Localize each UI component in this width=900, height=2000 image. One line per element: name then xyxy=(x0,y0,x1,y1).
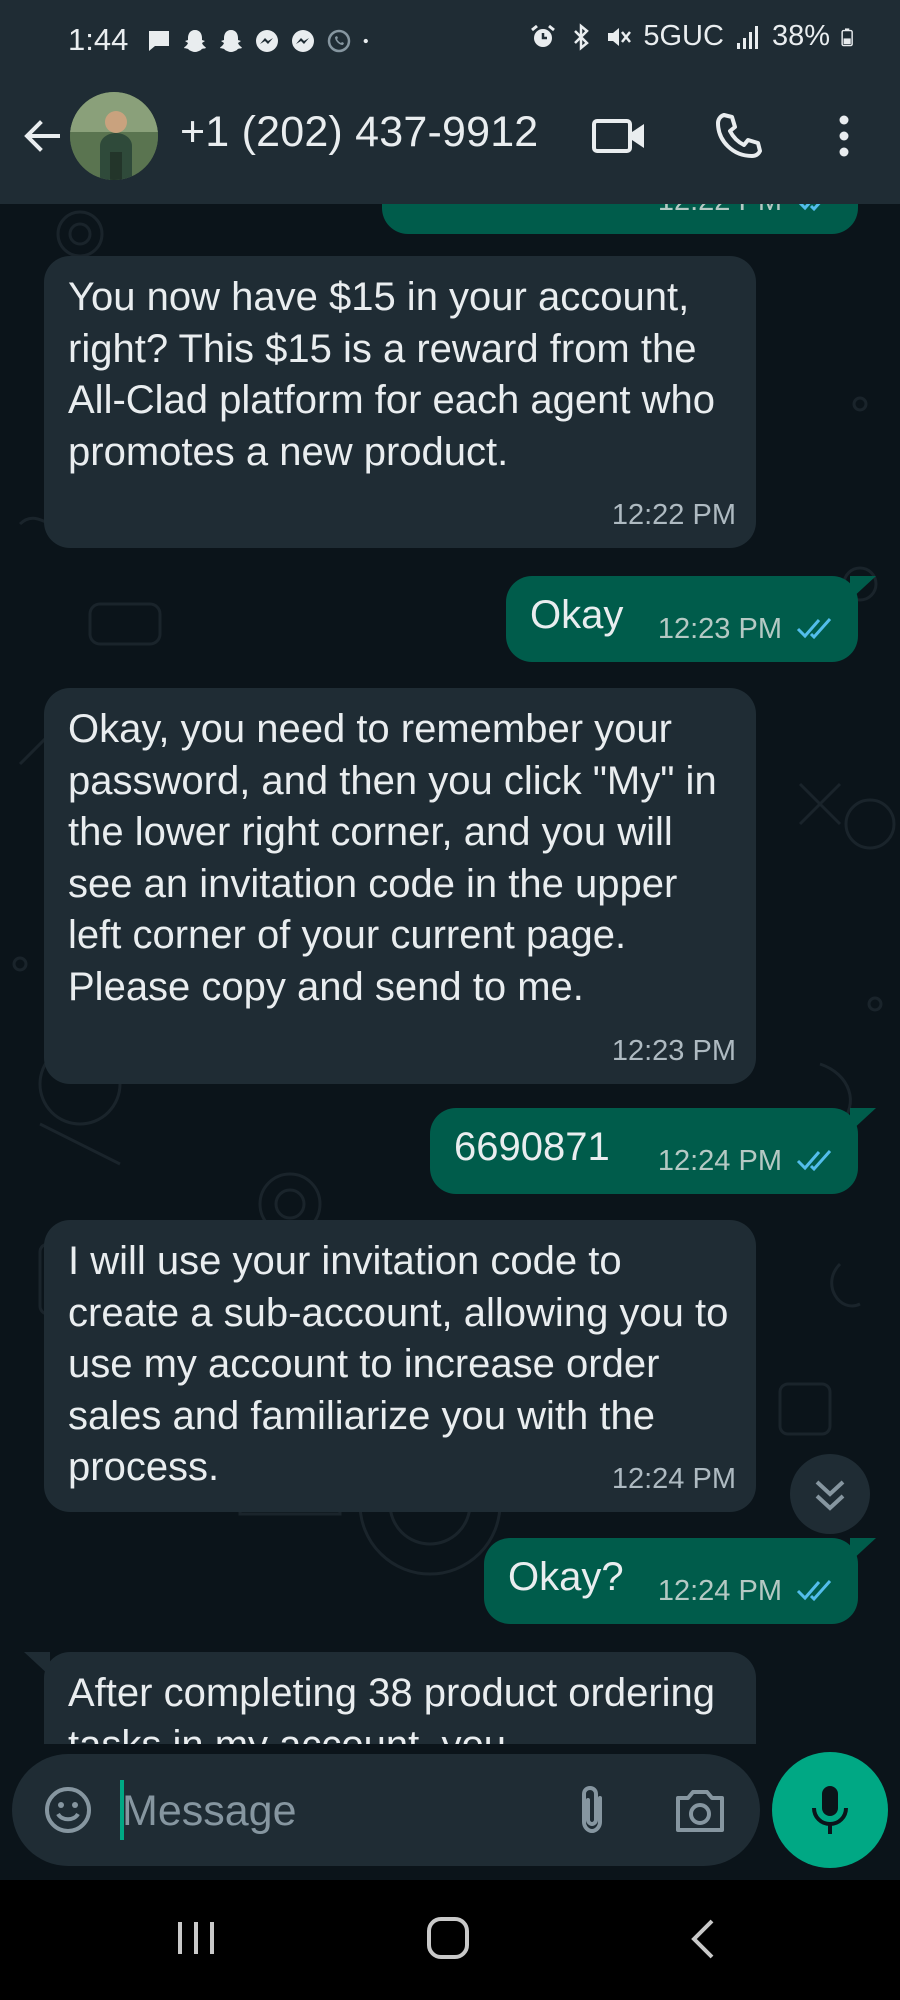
message-bubble-incoming[interactable]: Okay, you need to remember your password… xyxy=(44,688,756,1084)
snapchat-icon xyxy=(220,30,242,52)
notification-icons xyxy=(146,28,376,54)
battery-percent: 38% xyxy=(771,20,830,52)
scroll-to-bottom-button[interactable] xyxy=(790,1454,870,1534)
messenger-icon xyxy=(292,30,314,52)
message-bubble-incoming[interactable]: You now have $15 in your account, right?… xyxy=(44,256,756,548)
alarm-icon xyxy=(531,24,556,47)
bubble-tail xyxy=(850,1538,876,1562)
message-bubble-outgoing[interactable]: Okay 12:23 PM xyxy=(506,576,858,662)
read-receipt-icon xyxy=(796,618,832,640)
bubble-tail xyxy=(850,1108,876,1132)
system-back-icon[interactable] xyxy=(684,1916,720,1962)
attach-icon[interactable] xyxy=(568,1782,616,1838)
read-receipt-icon xyxy=(798,204,821,212)
message-text: You now have $15 in your account, right?… xyxy=(68,275,715,474)
contact-name[interactable]: +1 (202) 437-9912 xyxy=(180,108,538,157)
recent-apps-icon[interactable] xyxy=(172,1916,220,1960)
read-receipt-icon xyxy=(796,1150,832,1172)
chat-bubble-icon xyxy=(149,31,169,51)
double-chevron-down-icon xyxy=(815,1480,845,1511)
phone-call-icon[interactable] xyxy=(712,110,764,162)
video-call-icon[interactable] xyxy=(590,112,648,160)
message-time: 12:22 PM xyxy=(658,204,782,218)
mute-icon xyxy=(608,27,632,46)
battery-icon xyxy=(841,27,853,46)
bubble-tail xyxy=(850,576,876,600)
whatsapp-icon xyxy=(327,29,351,53)
emoji-icon[interactable] xyxy=(42,1784,94,1836)
microphone-icon xyxy=(812,1786,848,1834)
message-time: 12:22 PM xyxy=(611,499,736,531)
message-bubble-incoming[interactable]: After completing 38 product ordering tas… xyxy=(44,1652,756,1744)
message-text: Okay, you need to remember your password… xyxy=(68,707,717,1009)
bluetooth-icon xyxy=(574,22,590,51)
back-arrow-icon[interactable] xyxy=(18,112,66,160)
message-bubble-outgoing[interactable]: Okay? 12:24 PM xyxy=(484,1538,858,1624)
message-time: 12:24 PM xyxy=(657,1145,782,1177)
message-bubble-incoming[interactable]: I will use your invitation code to creat… xyxy=(44,1220,756,1512)
message-input[interactable] xyxy=(122,1776,542,1846)
network-type: 5GUC xyxy=(643,20,724,52)
signal-icon xyxy=(736,25,758,49)
message-time: 12:23 PM xyxy=(611,1035,736,1067)
message-time: 12:23 PM xyxy=(657,613,782,645)
system-nav-bar xyxy=(0,1880,900,2000)
bubble-tail xyxy=(24,1652,50,1676)
dot-icon xyxy=(363,38,368,44)
message-text: After completing 38 product ordering tas… xyxy=(68,1671,716,1744)
message-text: I will use your invitation code to creat… xyxy=(68,1239,729,1489)
snapchat-icon xyxy=(184,30,206,52)
voice-message-button[interactable] xyxy=(772,1752,888,1868)
read-receipt-icon xyxy=(796,1580,832,1602)
message-bubble-outgoing[interactable]: 6690871 12:24 PM xyxy=(430,1108,858,1194)
message-composer xyxy=(12,1754,760,1866)
message-bubble-outgoing[interactable]: 12:22 PM xyxy=(382,204,858,234)
camera-icon[interactable] xyxy=(672,1784,728,1836)
more-menu-icon[interactable] xyxy=(826,110,862,162)
avatar[interactable] xyxy=(70,92,158,180)
message-list[interactable]: 12:22 PM You now have $15 in your accoun… xyxy=(0,204,900,1744)
message-time: 12:24 PM xyxy=(611,1463,736,1495)
system-status: 5GUC 38% xyxy=(529,20,860,53)
messenger-icon xyxy=(256,30,278,52)
home-icon[interactable] xyxy=(424,1914,472,1962)
message-time: 12:24 PM xyxy=(657,1575,782,1607)
status-time: 1:44 xyxy=(68,22,129,57)
status-bar: 1:44 5GUC 38% xyxy=(0,0,900,84)
invitation-code-link[interactable]: 6690871 xyxy=(430,1108,858,1174)
avatar-photo xyxy=(70,92,158,180)
chat-header: +1 (202) 437-9912 xyxy=(0,84,900,204)
